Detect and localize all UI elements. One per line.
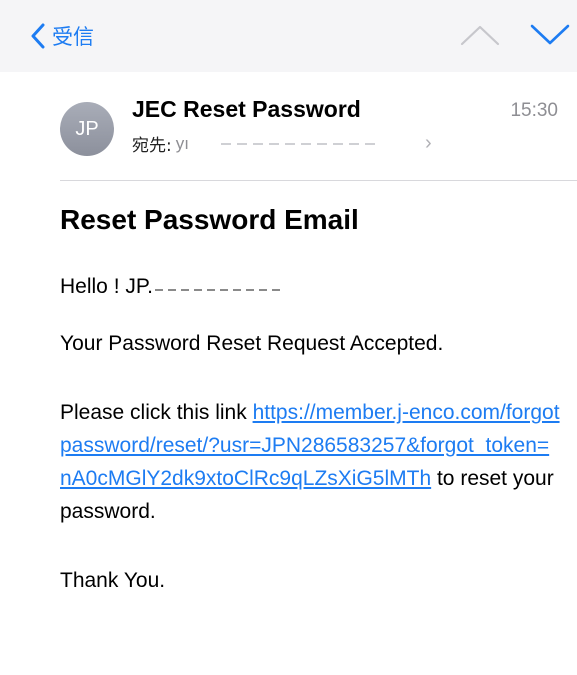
thanks-text: Thank You.	[60, 569, 166, 592]
navigation-bar: 受信	[0, 0, 577, 72]
message-time: 15:30	[510, 100, 558, 121]
to-address: yı	[175, 133, 189, 153]
chevron-down-icon[interactable]	[529, 22, 571, 48]
redacted-address	[190, 134, 421, 153]
back-label: 受信	[52, 25, 94, 49]
greeting-text: Hello ! JP.	[60, 275, 153, 298]
accepted-text: Your Password Reset Request Accepted.	[60, 332, 444, 355]
chevron-left-icon	[31, 23, 45, 49]
message-body: Reset Password Email Hello ! JP. Your Pa…	[60, 200, 560, 621]
email-heading: Reset Password Email	[60, 204, 359, 235]
avatar[interactable]: JP	[60, 102, 114, 156]
header-divider	[60, 180, 577, 181]
greeting-line: Hello ! JP.	[60, 270, 560, 303]
recipient-line[interactable]: 宛先: yı ›	[132, 131, 432, 156]
message-navigation	[459, 22, 571, 48]
chevron-right-icon[interactable]: ›	[425, 132, 432, 155]
instruction-paragraph: Please click this link https://member.j-…	[60, 396, 560, 528]
redacted-id	[155, 275, 280, 299]
message-header: JP JEC Reset Password 15:30 宛先: yı ›	[60, 96, 570, 166]
back-button[interactable]: 受信	[30, 18, 94, 54]
instruction-prefix: Please click this link	[60, 401, 253, 424]
to-label: 宛先:	[132, 136, 172, 156]
sender-name[interactable]: JEC Reset Password	[132, 96, 361, 123]
chevron-up-icon[interactable]	[459, 22, 501, 48]
